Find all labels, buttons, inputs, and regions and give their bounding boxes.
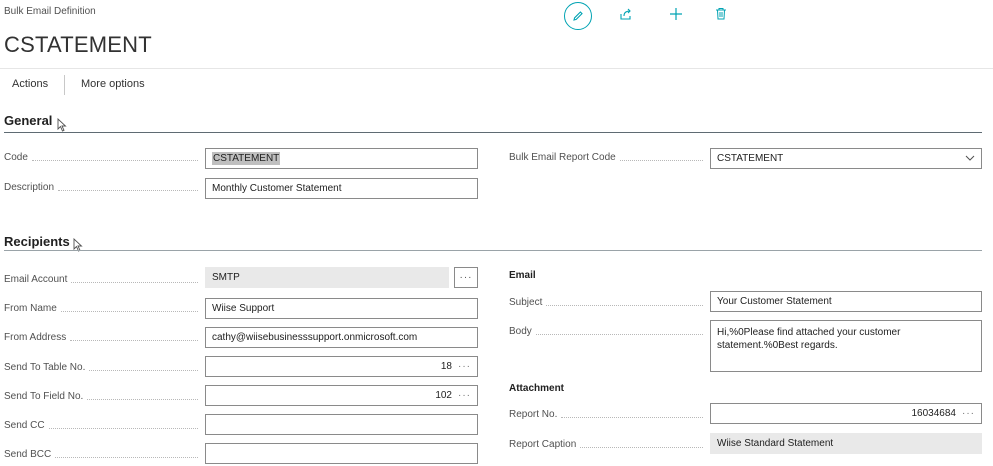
bulk-email-report-code-value: CSTATEMENT [717,153,784,164]
delete-icon [715,7,727,25]
description-label: Description [4,182,202,193]
add-button[interactable] [662,2,690,30]
chevron-down-icon [965,153,975,164]
cursor-icon [73,237,83,257]
report-no-label: Report No. [509,409,707,420]
send-to-field-lookup[interactable]: ··· [458,390,471,401]
share-button[interactable] [612,2,640,30]
body-label: Body [509,326,707,337]
bulk-email-report-code-select[interactable]: CSTATEMENT [710,148,982,169]
from-address-field[interactable]: cathy@wiisebusinesssupport.onmicrosoft.c… [205,327,478,348]
send-to-field-field[interactable]: 102 ··· [205,385,478,406]
add-icon [669,7,683,26]
body-textarea[interactable]: Hi,%0Please find attached your customer … [710,320,982,372]
email-account-label: Email Account [4,274,202,285]
bulk-email-report-code-label: Bulk Email Report Code [509,152,707,163]
send-to-table-label: Send To Table No. [4,362,202,373]
delete-button[interactable] [707,2,735,30]
recipients-section-rule [4,250,982,251]
send-bcc-label: Send BCC [4,449,202,460]
recipients-section-title[interactable]: Recipients [4,234,70,249]
from-name-field[interactable]: Wiise Support [205,298,478,319]
code-label: Code [4,152,202,163]
page-caption: Bulk Email Definition [4,6,96,17]
send-cc-label: Send CC [4,420,202,431]
report-no-lookup[interactable]: ··· [962,408,975,419]
code-field[interactable]: CSTATEMENT [205,148,478,169]
report-no-field[interactable]: 16034684 ··· [710,403,982,424]
page-title: CSTATEMENT [4,32,152,57]
send-cc-field[interactable] [205,414,478,435]
more-options-menu[interactable]: More options [81,78,145,90]
send-to-table-value: 18 [440,361,452,372]
report-caption-label: Report Caption [509,439,707,450]
from-name-label: From Name [4,303,202,314]
from-address-label: From Address [4,332,202,343]
description-field[interactable]: Monthly Customer Statement [205,178,478,199]
send-to-table-field[interactable]: 18 ··· [205,356,478,377]
subject-field[interactable]: Your Customer Statement [710,291,982,312]
send-to-field-label: Send To Field No. [4,391,202,402]
general-section-title[interactable]: General [4,113,52,128]
email-subheading: Email [509,270,536,281]
general-section-rule [4,132,982,133]
send-to-table-lookup[interactable]: ··· [458,361,471,372]
edit-button[interactable] [564,2,592,30]
send-to-field-value: 102 [435,390,452,401]
action-bar-divider [64,75,65,95]
cursor-icon [57,117,67,137]
report-no-value: 16034684 [911,408,957,419]
share-icon [619,7,633,26]
action-bar: Actions More options [0,68,993,101]
edit-icon [564,2,592,30]
subject-label: Subject [509,297,707,308]
report-caption-field: Wiise Standard Statement [710,433,982,454]
attachment-subheading: Attachment [509,383,565,394]
send-bcc-field[interactable] [205,443,478,464]
email-account-lookup-button[interactable]: ··· [454,267,478,288]
email-account-field: SMTP [205,267,449,288]
actions-menu[interactable]: Actions [12,78,48,90]
